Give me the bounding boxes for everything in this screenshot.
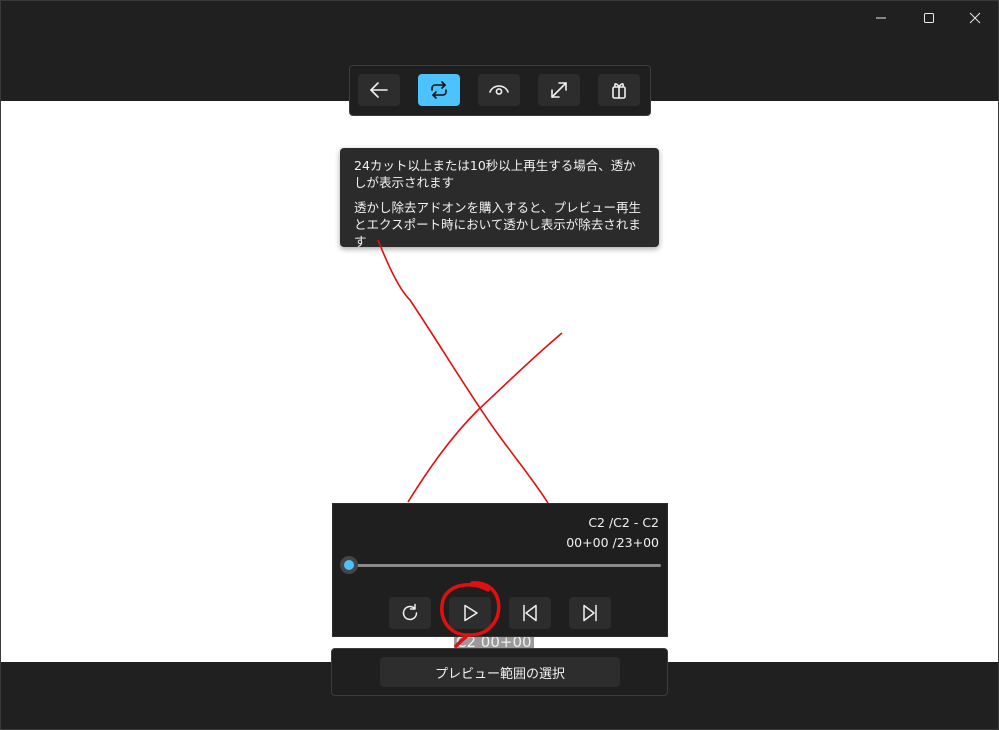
cut-range-text: C2 /C2 - C2 — [588, 515, 659, 530]
playback-panel: C2 /C2 - C2 00+00 /23+00 — [332, 503, 668, 637]
back-arrow-icon — [370, 82, 388, 98]
cut-info: C2 /C2 - C2 00+00 /23+00 — [566, 513, 659, 553]
preview-range-select-button[interactable]: プレビュー範囲の選択 — [380, 657, 620, 687]
eye-icon — [489, 85, 509, 95]
maximize-button[interactable] — [906, 1, 952, 35]
tooltip-line-1: 24カット以上または10秒以上再生する場合、透かしが表示されます — [354, 158, 636, 190]
maximize-icon — [924, 13, 934, 23]
loop-button[interactable] — [418, 74, 460, 106]
skip-next-button[interactable] — [569, 597, 611, 629]
seek-slider-thumb[interactable] — [340, 556, 358, 574]
skip-previous-icon — [523, 604, 537, 622]
replay-button[interactable] — [389, 597, 431, 629]
expand-icon — [551, 82, 567, 98]
timecode-text: 00+00 /23+00 — [566, 535, 659, 550]
back-button[interactable] — [358, 74, 400, 106]
gift-icon — [612, 83, 626, 99]
skip-previous-button[interactable] — [509, 597, 551, 629]
addon-button[interactable] — [598, 74, 640, 106]
visibility-button[interactable] — [478, 74, 520, 106]
loop-icon — [431, 81, 447, 99]
close-button[interactable] — [952, 1, 998, 35]
preview-toolbar — [349, 65, 651, 116]
play-button[interactable] — [449, 597, 491, 629]
watermark-tooltip: 24カット以上または10秒以上再生する場合、透かしが表示されます 透かし除去アド… — [340, 148, 659, 249]
minimize-icon — [876, 17, 886, 19]
play-icon — [464, 604, 478, 622]
close-icon — [969, 12, 981, 24]
replay-icon — [402, 603, 418, 621]
expand-button[interactable] — [538, 74, 580, 106]
minimize-button[interactable] — [858, 1, 904, 35]
preview-range-panel: プレビュー範囲の選択 — [331, 648, 668, 696]
skip-next-icon — [583, 604, 597, 622]
tooltip-line-2: 透かし除去アドオンを購入すると、プレビュー再生とエクスポート時において透かし表示… — [354, 200, 642, 249]
seek-slider-track[interactable] — [349, 564, 661, 567]
